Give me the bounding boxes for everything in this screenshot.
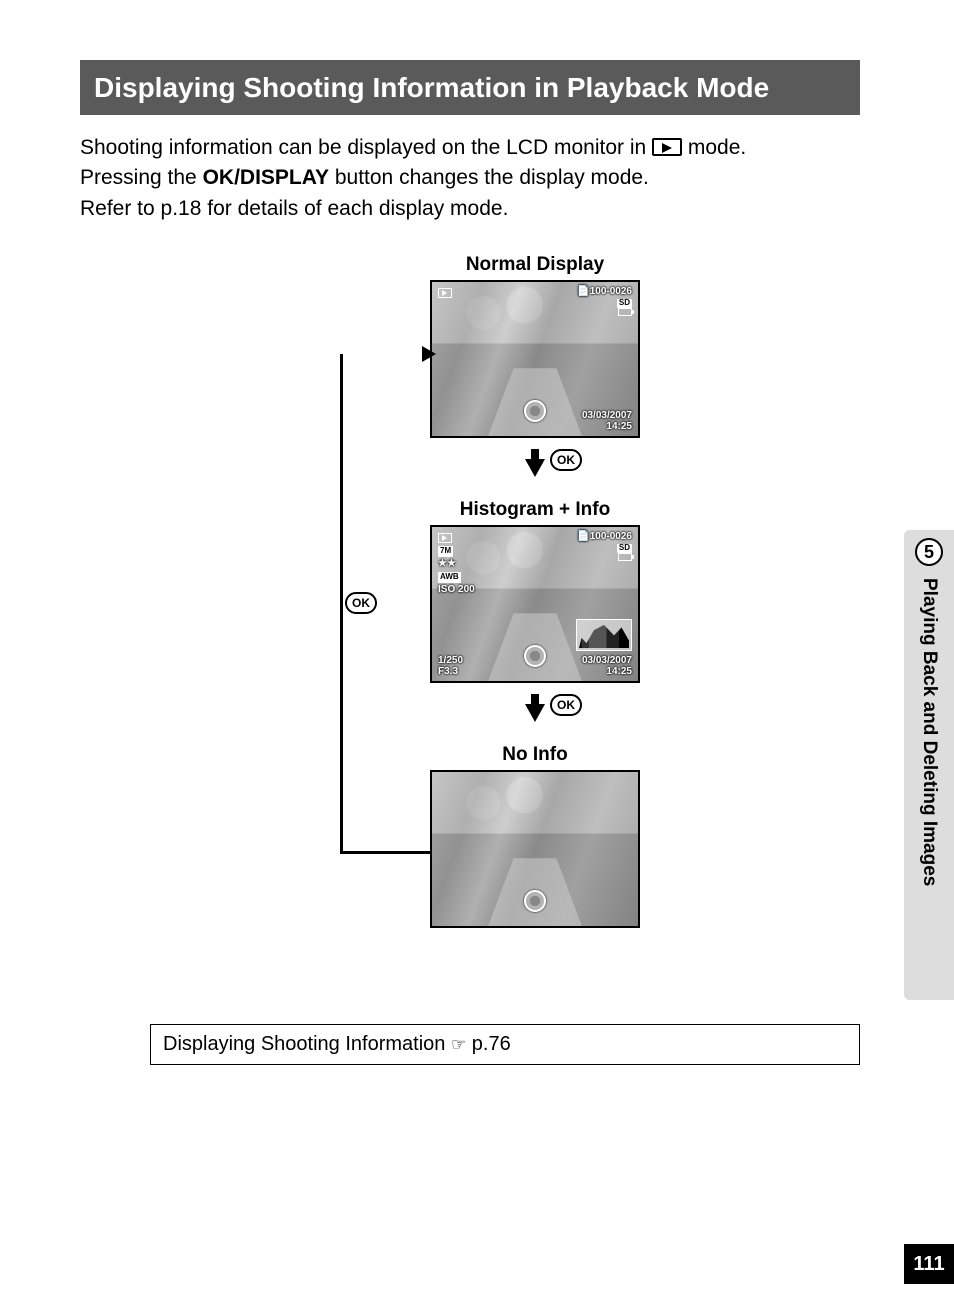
battery-icon: [618, 553, 632, 561]
label-histogram-info: Histogram + Info: [425, 499, 645, 521]
label-no-info: No Info: [425, 744, 645, 766]
page-number: 111: [904, 1244, 954, 1284]
time: 14:25: [606, 666, 632, 677]
time: 14:25: [606, 421, 632, 432]
ok-button-icon: OK: [550, 449, 582, 471]
display-mode-diagram: Normal Display Histogram + Info No Info …: [80, 254, 860, 984]
ok-button-icon: OK: [550, 694, 582, 716]
quality-stars: ★★: [438, 558, 456, 569]
overlay-bottom-right: 03/03/2007 14:25: [582, 655, 632, 677]
screen-no-info: [430, 770, 640, 928]
label-normal-display: Normal Display: [425, 254, 645, 276]
aperture: F3.3: [438, 666, 458, 677]
face-detect-icon: [524, 400, 546, 422]
text: button changes the display mode.: [335, 166, 649, 189]
battery-icon: [618, 308, 632, 316]
white-balance: AWB: [438, 572, 461, 582]
chapter-title: Playing Back and Deleting Images: [918, 578, 940, 886]
overlay-top-right: 📄100-0026 SD: [577, 531, 632, 564]
intro-paragraph: Shooting information can be displayed on…: [80, 133, 860, 224]
ok-display-label: OK/DISPLAY: [203, 166, 329, 189]
date: 03/03/2007: [582, 410, 632, 421]
text: mode.: [688, 136, 746, 159]
pointer-icon: ☞: [451, 1035, 466, 1054]
text: Shooting information can be displayed on…: [80, 136, 652, 159]
overlay-bottom-right: 03/03/2007 14:25: [582, 410, 632, 432]
manual-page: Displaying Shooting Information in Playb…: [0, 0, 860, 1314]
ok-button-icon: OK: [345, 592, 377, 614]
histogram-graphic: [576, 619, 632, 651]
folder-file-number: 📄100-0026: [577, 531, 632, 542]
face-detect-icon: [524, 890, 546, 912]
text: Refer to p.18 for details of each displa…: [80, 197, 508, 220]
xref-text: Displaying Shooting Information: [163, 1033, 451, 1055]
screen-histogram-info: 7M ★★ AWB ISO 200 📄100-0026 SD 1/250 F3.…: [430, 525, 640, 683]
xref-page: p.76: [472, 1033, 511, 1055]
arrow-down-icon: [525, 459, 545, 477]
memory-icon: SD: [617, 299, 632, 308]
cross-reference-box: Displaying Shooting Information ☞ p.76: [150, 1024, 860, 1065]
iso-value: ISO 200: [438, 584, 475, 595]
folder-file-number: 📄100-0026: [577, 286, 632, 297]
image-size: 7M: [438, 546, 453, 556]
playback-icon: [438, 286, 452, 299]
face-detect-icon: [524, 645, 546, 667]
playback-mode-icon: [652, 138, 682, 156]
shutter-speed: 1/250: [438, 655, 463, 666]
section-heading: Displaying Shooting Information in Playb…: [80, 60, 860, 115]
overlay-top-right: 📄100-0026 SD: [577, 286, 632, 319]
screen-normal-display: 📄100-0026 SD 03/03/2007 14:25: [430, 280, 640, 438]
memory-icon: SD: [617, 544, 632, 553]
overlay-top-left: 7M ★★ AWB ISO 200: [438, 531, 475, 596]
arrow-down-icon: [525, 704, 545, 722]
overlay-bottom-left: 1/250 F3.3: [438, 655, 463, 677]
chapter-number-badge: 5: [915, 538, 943, 566]
side-margin: 5 Playing Back and Deleting Images 111: [884, 0, 954, 1314]
chapter-tab: 5 Playing Back and Deleting Images: [904, 530, 954, 1000]
text: Pressing the: [80, 166, 203, 189]
arrow-right-icon: [422, 346, 436, 362]
date: 03/03/2007: [582, 655, 632, 666]
playback-icon: [438, 533, 452, 543]
